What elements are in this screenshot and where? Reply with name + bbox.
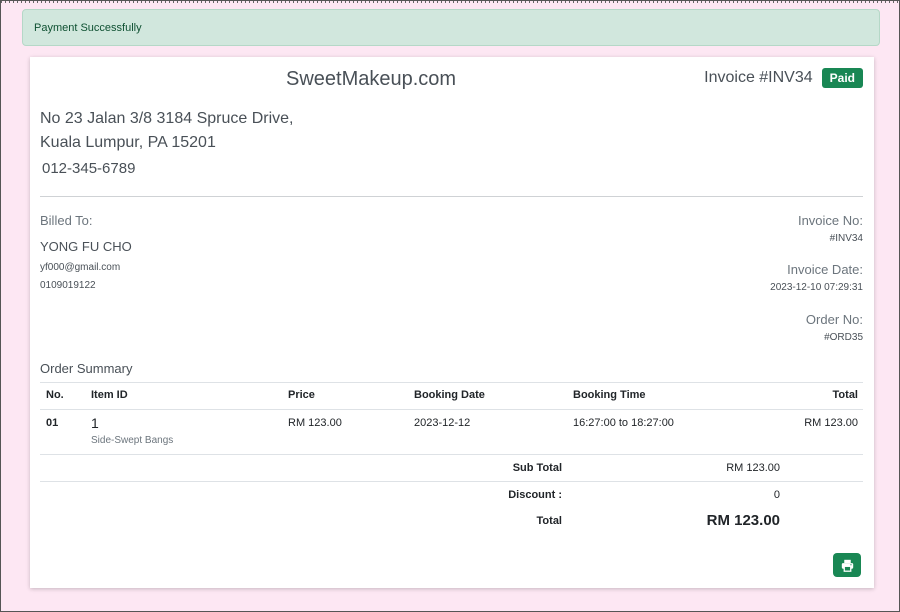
total-label: Total: [536, 515, 562, 527]
col-header-no: No.: [46, 389, 64, 401]
row-border: [40, 454, 863, 455]
printer-icon: [841, 559, 853, 572]
col-header-price: Price: [288, 389, 315, 401]
discount-label: Discount :: [508, 489, 562, 501]
status-badge: Paid: [821, 68, 863, 88]
invoice-date-label: Invoice Date:: [787, 262, 863, 277]
company-phone: 012-345-6789: [42, 160, 136, 177]
discount-value: 0: [773, 489, 780, 501]
sub-total-label: Sub Total: [512, 462, 562, 474]
company-address-line1: No 23 Jalan 3/8 3184 Spruce Drive,: [40, 110, 294, 127]
row-booking-date: 2023-12-12: [414, 417, 471, 429]
divider: [40, 196, 863, 197]
invoice-no-value: #INV34: [829, 233, 863, 244]
invoice-card: SweetMakeup.com Invoice #INV34 Paid No 2…: [30, 57, 874, 588]
row-booking-time: 16:27:00 to 18:27:00: [573, 417, 674, 429]
row-price: RM 123.00: [288, 417, 342, 429]
order-summary-title: Order Summary: [40, 361, 133, 376]
sub-total-value: RM 123.00: [726, 462, 780, 474]
row-item-id: 1: [91, 415, 99, 431]
alert-message: Payment Successfully: [34, 22, 142, 34]
row-no: 01: [46, 417, 59, 429]
print-button[interactable]: [833, 553, 861, 577]
invoice-date-value: 2023-12-10 07:29:31: [770, 282, 863, 293]
invoice-no-label: Invoice No:: [797, 213, 863, 228]
col-header-total: Total: [832, 389, 858, 401]
subtotal-border: [40, 481, 863, 482]
row-total: RM 123.00: [804, 417, 858, 429]
payment-success-alert: Payment Successfully: [22, 9, 880, 46]
customer-name: YONG FU CHO: [40, 239, 132, 254]
table-header-border: [40, 409, 863, 410]
customer-phone: 0109019122: [40, 280, 96, 291]
grand-total-value: RM 123.00: [706, 512, 780, 529]
brand-name: SweetMakeup.com: [286, 68, 457, 90]
company-address-line2: Kuala Lumpur, PA 15201: [40, 134, 216, 151]
window-top-border: [1, 1, 899, 3]
invoice-title: Invoice #INV34: [704, 69, 813, 86]
customer-email: yf000@gmail.com: [40, 262, 121, 273]
billed-to-label: Billed To:: [40, 213, 93, 228]
order-no-label: Order No:: [805, 312, 863, 327]
col-header-booking-date: Booking Date: [414, 389, 485, 401]
order-no-value: #ORD35: [824, 332, 863, 343]
col-header-booking-time: Booking Time: [573, 389, 646, 401]
invoice-header: Invoice #INV34 Paid: [704, 68, 863, 88]
table-top-border: [40, 382, 863, 383]
col-header-item-id: Item ID: [91, 389, 128, 401]
row-item-name: Side-Swept Bangs: [91, 435, 174, 446]
